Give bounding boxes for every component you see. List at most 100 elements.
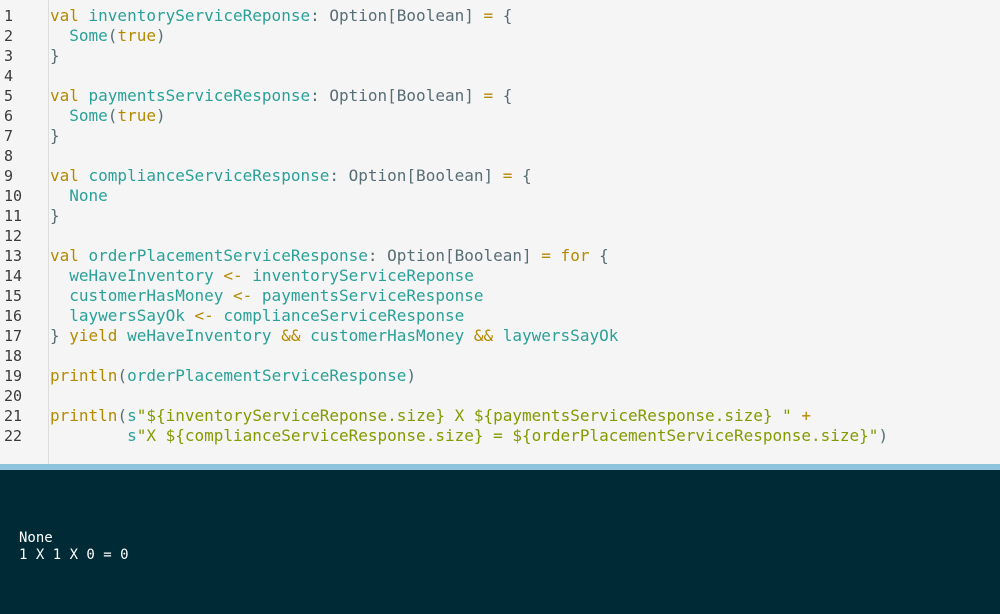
code-token: inventoryServiceReponse (88, 6, 311, 25)
code-token: } (50, 46, 60, 65)
line-number: 6 (4, 107, 14, 125)
code-token: Option[Boolean] (387, 246, 532, 265)
code-token: weHaveInventory (127, 326, 272, 345)
code-line: s"X ${complianceServiceResponse.size} = … (50, 426, 888, 446)
code-token: { (502, 86, 513, 105)
code-token: = (493, 166, 523, 185)
code-token: "X ${complianceServiceResponse.size} = $… (136, 426, 879, 445)
code-token: ( (117, 366, 128, 385)
code-line: Some(true) (50, 106, 165, 126)
line-number: 2 (4, 27, 14, 45)
code-token: ) (406, 366, 417, 385)
code-token: ( (107, 106, 118, 125)
code-token: customerHasMoney (310, 326, 465, 345)
code-token: orderPlacementServiceResponse (88, 246, 368, 265)
code-token: : (310, 86, 330, 105)
console-output-panel: None 1 X 1 X 0 = 0 (0, 470, 1000, 614)
line-number: 4 (4, 67, 14, 85)
code-line: } (50, 126, 60, 146)
code-token: : (367, 246, 388, 265)
code-token: } (50, 126, 60, 145)
line-number: 20 (4, 387, 23, 405)
code-token: : (310, 6, 330, 25)
line-number: 3 (4, 47, 14, 65)
code-token: inventoryServiceReponse (252, 266, 474, 285)
code-line: } yield weHaveInventory && customerHasMo… (50, 326, 618, 346)
code-token: complianceServiceResponse (88, 166, 330, 185)
code-token: paymentsServiceResponse (88, 86, 311, 105)
code-line: println(orderPlacementServiceResponse) (50, 366, 416, 386)
line-number: 18 (4, 347, 23, 365)
line-number: 7 (4, 127, 14, 145)
line-number: 22 (4, 427, 23, 445)
code-line: weHaveInventory <- inventoryServiceRepon… (50, 266, 474, 286)
code-line: val complianceServiceResponse: Option[Bo… (50, 166, 532, 186)
code-token: orderPlacementServiceResponse (127, 366, 407, 385)
code-token: laywersSayOk (502, 326, 619, 345)
console-output-line: 1 X 1 X 0 = 0 (19, 547, 129, 563)
code-token: yield (69, 326, 128, 345)
code-token: true (117, 106, 156, 125)
code-token: = for (531, 246, 600, 265)
code-token: paymentsServiceResponse (261, 286, 484, 305)
code-line: None (50, 186, 108, 206)
code-token: { (522, 166, 532, 185)
code-token: val (50, 246, 89, 265)
line-number: 15 (4, 287, 23, 305)
line-number: 5 (4, 87, 14, 105)
code-token: val (50, 166, 89, 185)
code-token: Option[Boolean] (329, 6, 474, 25)
line-number: 14 (4, 267, 23, 285)
line-number: 8 (4, 147, 14, 165)
line-number: 12 (4, 227, 23, 245)
code-token: val (50, 86, 89, 105)
line-number: 16 (4, 307, 23, 325)
line-number-gutter: 1 2 3 4 5 6 7 8 9 10 11 12 13 14 15 16 17 18 19 20 21 22 (0, 0, 49, 464)
code-token: s (127, 426, 137, 445)
code-token: s (127, 406, 137, 425)
code-line: val paymentsServiceResponse: Option[Bool… (50, 86, 512, 106)
code-token: val (50, 6, 89, 25)
code-token: && (464, 326, 503, 345)
code-token: weHaveInventory (69, 266, 214, 285)
code-token: complianceServiceResponse (223, 306, 465, 325)
code-token: <- (184, 306, 224, 325)
line-number: 1 (4, 7, 14, 25)
code-token: laywersSayOk (69, 306, 185, 325)
line-number: 17 (4, 327, 23, 345)
code-token: = (473, 86, 503, 105)
code-token: } (50, 206, 60, 225)
code-token: + (791, 406, 812, 425)
code-token: : (329, 166, 349, 185)
code-token: <- (213, 266, 253, 285)
line-number: 10 (4, 187, 23, 205)
code-token: None (69, 186, 108, 205)
code-line: } (50, 206, 60, 226)
code-line: laywersSayOk <- complianceServiceRespons… (50, 306, 464, 326)
code-editor[interactable]: 1 2 3 4 5 6 7 8 9 10 11 12 13 14 15 16 17 18 19 20 21 22 val … (0, 0, 1000, 464)
code-token: println (50, 406, 118, 425)
code-token: customerHasMoney (69, 286, 224, 305)
code-token: { (599, 246, 609, 265)
line-number: 19 (4, 367, 23, 385)
code-token: Some (69, 106, 108, 125)
code-token: && (271, 326, 311, 345)
code-token: Option[Boolean] (348, 166, 494, 185)
line-number: 21 (4, 407, 23, 425)
line-number: 13 (4, 247, 23, 265)
code-token: ( (117, 406, 128, 425)
code-token: println (50, 366, 118, 385)
code-line: customerHasMoney <- paymentsServiceRespo… (50, 286, 483, 306)
code-token: <- (223, 286, 262, 305)
line-number: 9 (4, 167, 14, 185)
code-line: } (50, 46, 60, 66)
code-token: ) (155, 26, 166, 45)
code-token: } (50, 326, 70, 345)
